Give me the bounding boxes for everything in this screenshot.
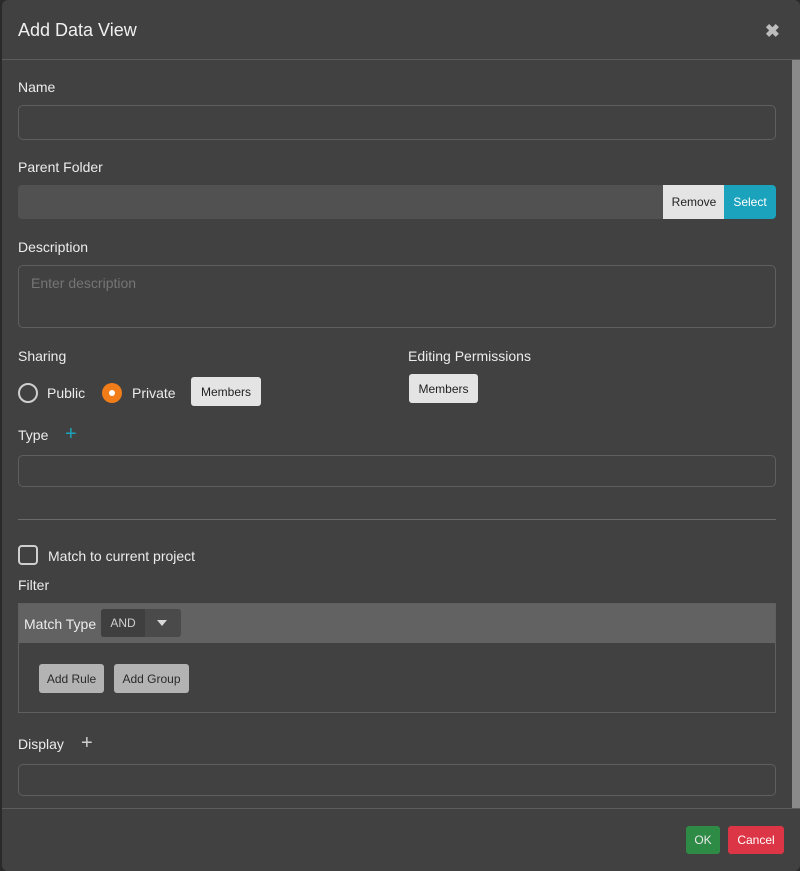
private-label: Private [132,385,176,401]
scrollbar-thumb[interactable] [792,60,800,808]
divider [18,519,776,520]
public-label: Public [47,385,86,401]
add-type-plus-icon[interactable]: + [65,424,77,444]
parent-folder-field[interactable] [18,185,663,219]
match-project-label: Match to current project [48,548,196,564]
match-project-checkbox[interactable] [18,545,38,565]
match-type-value: AND [101,609,145,637]
description-label: Description [18,239,89,255]
dialog-header: Add Data View ✖ [2,0,800,60]
dialog-footer: OK Cancel [2,808,800,871]
filter-header: Match Type AND [19,604,775,643]
add-group-button[interactable]: Add Group [114,664,189,693]
public-radio[interactable] [18,383,38,403]
name-label: Name [18,79,56,95]
add-rule-button[interactable]: Add Rule [39,664,104,693]
filter-builder: Match Type AND Add Rule Add Group [18,603,776,713]
parent-folder-label: Parent Folder [18,159,103,175]
match-type-label: Match Type [24,616,97,632]
close-icon[interactable]: ✖ [765,21,780,42]
editing-permissions-label: Editing Permissions [408,348,531,364]
remove-button[interactable]: Remove [663,185,725,219]
sharing-members-button[interactable]: Members [191,377,261,406]
dialog-title: Add Data View [18,20,137,40]
add-data-view-dialog: Add Data View ✖ Name Parent Folder Remov… [2,0,800,871]
name-input[interactable] [18,105,776,140]
display-input[interactable] [18,764,776,796]
private-radio[interactable] [102,383,122,403]
type-label: Type [18,427,49,443]
chevron-down-icon [157,620,167,626]
type-input[interactable] [18,455,776,487]
sharing-label: Sharing [18,348,67,364]
ok-button[interactable]: OK [686,826,720,854]
editing-members-button[interactable]: Members [409,374,478,403]
scrollbar[interactable] [792,60,800,808]
description-textarea[interactable] [18,265,776,328]
add-display-plus-icon[interactable]: + [81,733,93,753]
select-button[interactable]: Select [724,185,776,219]
match-type-select[interactable]: AND [101,609,181,637]
filter-label: Filter [18,577,50,593]
cancel-button[interactable]: Cancel [728,826,784,854]
display-label: Display [18,736,64,752]
